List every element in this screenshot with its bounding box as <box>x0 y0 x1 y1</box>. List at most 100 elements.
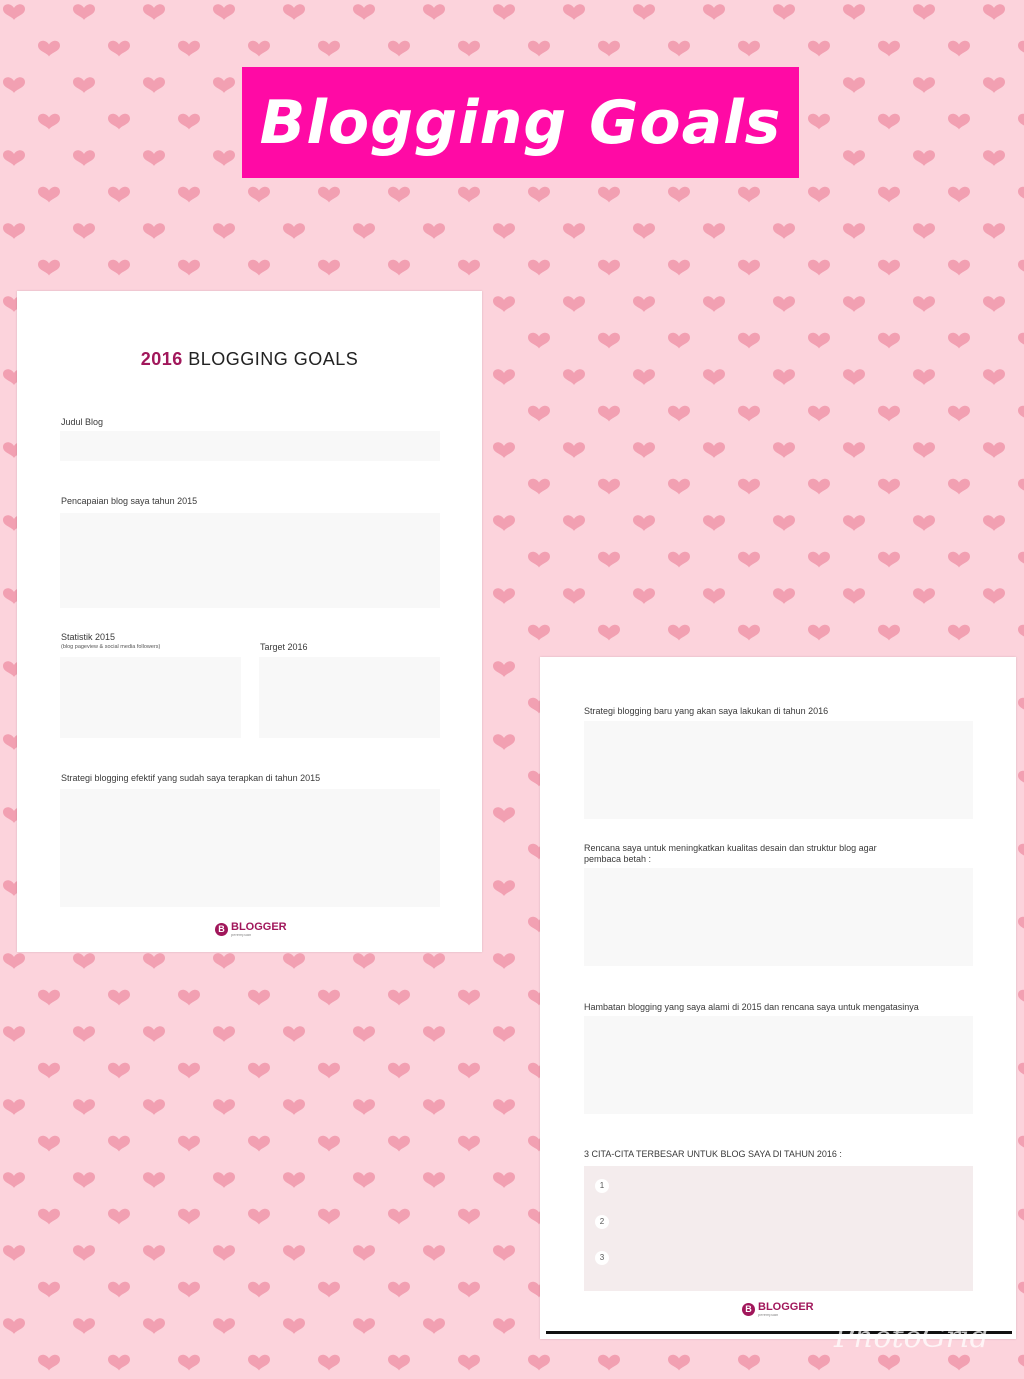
heart-icon <box>598 405 620 422</box>
heart-icon <box>318 1281 340 1298</box>
heart-icon <box>388 186 410 203</box>
heart-icon <box>143 1172 165 1188</box>
heart-icon <box>213 953 235 969</box>
strategi-efektif-field[interactable] <box>60 789 440 907</box>
heart-icon <box>1018 405 1024 418</box>
heart-icon <box>318 1354 340 1371</box>
heart-icon <box>703 223 725 239</box>
heart-icon <box>73 1318 95 1334</box>
heart-icon <box>598 478 620 495</box>
heart-icon <box>808 332 830 349</box>
heart-icon <box>423 953 445 969</box>
heart-icon <box>563 442 585 458</box>
heart-icon <box>1018 1208 1024 1221</box>
page-title-text: BLOGGING GOALS <box>182 349 359 369</box>
heart-icon <box>143 1245 165 1261</box>
heart-icon <box>3 4 25 20</box>
heart-icon <box>493 661 515 677</box>
heart-icon <box>493 442 515 458</box>
pencapaian-field[interactable] <box>60 513 440 608</box>
heart-icon <box>808 40 830 57</box>
heart-icon <box>423 1026 445 1042</box>
target-field[interactable] <box>259 657 440 738</box>
heart-icon <box>213 223 235 239</box>
heart-icon <box>1018 1135 1024 1148</box>
heart-icon <box>493 588 515 604</box>
heart-icon <box>213 1026 235 1042</box>
heart-icon <box>178 989 200 1006</box>
rencana-field[interactable] <box>584 868 973 966</box>
heart-icon <box>458 259 480 276</box>
heart-icon <box>1018 989 1024 1002</box>
heart-icon <box>843 4 865 20</box>
heart-icon <box>458 989 480 1006</box>
heart-icon <box>73 77 95 93</box>
heart-icon <box>843 77 865 93</box>
heart-icon <box>178 259 200 276</box>
banner-title: Blogging Goals <box>259 87 782 158</box>
heart-icon <box>738 551 760 568</box>
heart-icon <box>633 4 655 20</box>
heart-icon <box>388 40 410 57</box>
heart-icon <box>703 4 725 20</box>
heart-icon <box>493 1245 515 1261</box>
heart-icon <box>773 515 795 531</box>
heart-icon <box>808 113 830 130</box>
heart-icon <box>913 515 935 531</box>
heart-icon <box>423 1172 445 1188</box>
cita-cita-field[interactable]: 1 2 3 <box>584 1166 973 1291</box>
hambatan-field[interactable] <box>584 1016 973 1114</box>
heart-icon <box>913 296 935 312</box>
heart-icon <box>528 40 550 57</box>
heart-icon <box>668 624 690 641</box>
heart-icon <box>738 478 760 495</box>
heart-icon <box>983 223 1005 239</box>
heart-icon <box>73 150 95 166</box>
heart-icon <box>353 1172 375 1188</box>
heart-icon <box>1018 478 1024 491</box>
heart-icon <box>248 1208 270 1225</box>
heart-icon <box>73 1245 95 1261</box>
heart-icon <box>283 1172 305 1188</box>
heart-icon <box>528 259 550 276</box>
heart-icon <box>143 4 165 20</box>
heart-icon <box>213 1099 235 1115</box>
heart-icon <box>248 1135 270 1152</box>
heart-icon <box>143 150 165 166</box>
heart-icon <box>948 186 970 203</box>
statistik-field[interactable] <box>60 657 241 738</box>
heart-icon <box>668 40 690 57</box>
heart-icon <box>598 186 620 203</box>
heart-icon <box>493 880 515 896</box>
photogrid-watermark: PhotoGrid <box>834 1320 989 1355</box>
worksheet-page-1: 2016 BLOGGING GOALS Judul Blog Pencapaia… <box>17 291 482 952</box>
heart-icon <box>1018 624 1024 637</box>
heart-icon <box>38 1281 60 1298</box>
heart-icon <box>108 1062 130 1079</box>
heart-icon <box>1018 1354 1024 1367</box>
pencapaian-label: Pencapaian blog saya tahun 2015 <box>61 496 198 506</box>
heart-icon <box>458 40 480 57</box>
heart-icon <box>1018 40 1024 53</box>
heart-icon <box>353 1318 375 1334</box>
heart-icon <box>283 1318 305 1334</box>
heart-icon <box>353 223 375 239</box>
heart-icon <box>808 1354 830 1371</box>
heart-icon <box>563 369 585 385</box>
heart-icon <box>3 1026 25 1042</box>
strategi-baru-field[interactable] <box>584 721 973 819</box>
heart-icon <box>633 369 655 385</box>
judul-blog-field[interactable] <box>60 431 440 461</box>
rencana-label-line2: pembaca betah : <box>584 854 652 864</box>
heart-icon <box>633 515 655 531</box>
heart-icon <box>388 1281 410 1298</box>
heart-icon <box>703 369 725 385</box>
heart-icon <box>1018 113 1024 126</box>
rencana-label-line1: Rencana saya untuk meningkatkan kualitas… <box>584 843 877 853</box>
heart-icon <box>948 624 970 641</box>
heart-icon <box>1018 770 1024 783</box>
heart-icon <box>458 1354 480 1371</box>
heart-icon <box>948 259 970 276</box>
heart-icon <box>248 259 270 276</box>
heart-icon <box>948 113 970 130</box>
